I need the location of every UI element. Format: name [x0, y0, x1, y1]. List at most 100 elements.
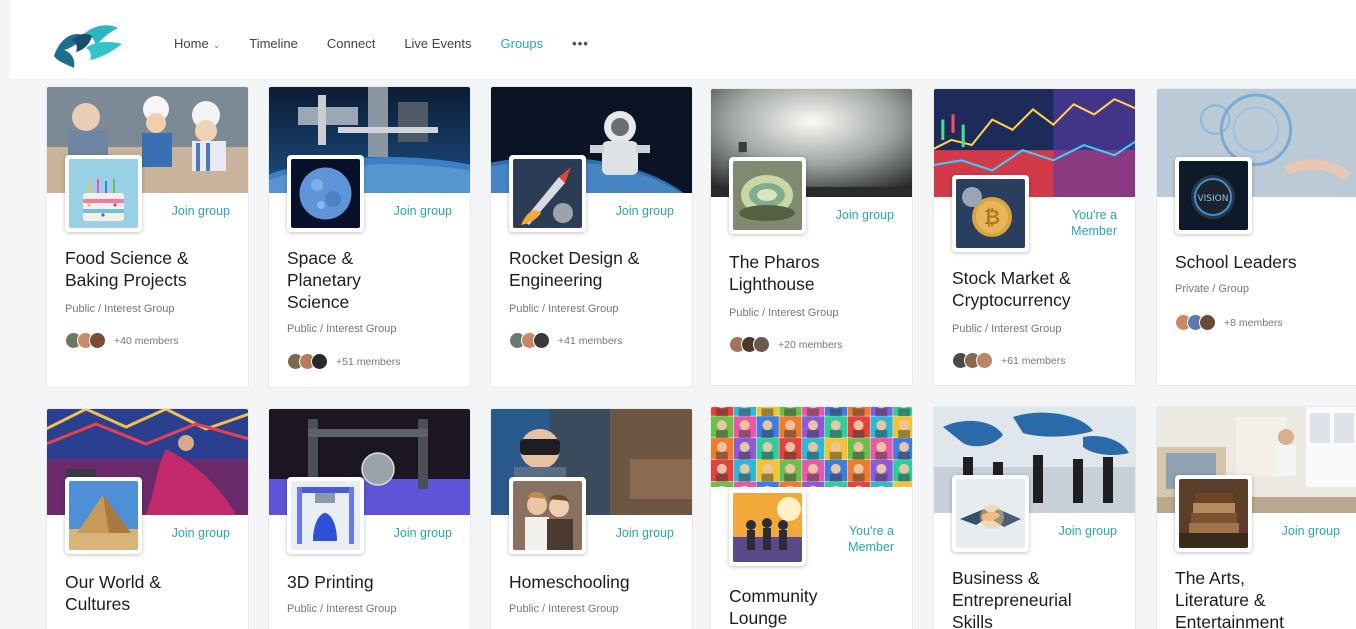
- group-card[interactable]: Join group 3D Printing Public / Interest G…: [268, 408, 471, 629]
- group-title-line: Skills: [952, 612, 993, 629]
- member-count: +8 members: [1224, 316, 1283, 329]
- member-avatar: [311, 353, 328, 370]
- group-privacy-type: Public / Interest Group: [287, 603, 397, 615]
- member-status-line: Member: [1071, 224, 1117, 238]
- group-title-line: The Arts,: [1175, 568, 1246, 588]
- member-count: +51 members: [336, 355, 401, 368]
- group-card[interactable]: Join group The Arts, Literature & Entertain…: [1156, 406, 1356, 629]
- group-privacy-type: Private / Group: [1175, 283, 1249, 295]
- group-members[interactable]: +61 members: [952, 352, 1066, 369]
- group-avatar[interactable]: [65, 477, 142, 554]
- group-card[interactable]: Join group Space & Planetary Science Public …: [268, 86, 471, 388]
- group-avatar[interactable]: [1175, 475, 1252, 552]
- group-privacy-type: Public / Interest Group: [509, 303, 619, 315]
- join-group-button[interactable]: Join group: [1059, 523, 1117, 539]
- group-members[interactable]: +41 members: [509, 332, 623, 349]
- group-avatar[interactable]: [729, 489, 806, 566]
- member-status-line: Member: [848, 540, 894, 554]
- group-card[interactable]: VISION School Leaders Private / Group +8 me…: [1156, 88, 1356, 386]
- group-title-line: Entrepreneurial: [952, 590, 1072, 610]
- group-title-line: 3D Printing: [287, 572, 374, 592]
- group-title-line: Baking Projects: [65, 270, 187, 290]
- group-title[interactable]: Homeschooling: [509, 571, 679, 593]
- member-avatars: [65, 332, 106, 349]
- group-card[interactable]: You're a Member Community Lounge: [710, 406, 913, 629]
- group-card[interactable]: Join group The Pharos Lighthouse Public / I…: [710, 88, 913, 386]
- group-card[interactable]: Join group Our World & Cultures: [46, 408, 249, 629]
- bitcoin-icon: ₿: [956, 179, 1025, 248]
- group-card[interactable]: Join group Business & Entrepreneurial Skill…: [933, 406, 1136, 629]
- join-group-button[interactable]: Join group: [394, 525, 452, 541]
- group-title-line: Cultures: [65, 594, 131, 614]
- join-group-button[interactable]: Join group: [616, 525, 674, 541]
- group-title[interactable]: Community Lounge: [729, 585, 899, 629]
- group-title-line: Science: [287, 292, 350, 312]
- group-members[interactable]: +40 members: [65, 332, 179, 349]
- join-group-button[interactable]: Join group: [1282, 523, 1340, 539]
- rocket-launch-icon: [513, 159, 582, 228]
- handshake-icon: [956, 479, 1025, 548]
- group-title-line: Community: [729, 586, 818, 606]
- children-icon: [513, 481, 582, 550]
- member-status-label: You're a Member: [1071, 207, 1117, 239]
- group-members[interactable]: +51 members: [287, 353, 401, 370]
- join-group-button[interactable]: Join group: [616, 203, 674, 219]
- join-group-button[interactable]: Join group: [172, 525, 230, 541]
- group-card[interactable]: Join group Rocket Design & Engineering Publ…: [490, 86, 693, 388]
- group-title[interactable]: Stock Market & Cryptocurrency: [952, 267, 1122, 311]
- group-card[interactable]: ₿ You're a Member Stock Market & Cryptocurre…: [933, 88, 1136, 386]
- nav-live-events[interactable]: Live Events: [404, 36, 471, 51]
- svg-text:VISION: VISION: [1198, 194, 1229, 204]
- glass-sculpture-icon: [733, 161, 802, 230]
- group-members[interactable]: +8 members: [1175, 314, 1283, 331]
- join-group-button[interactable]: Join group: [836, 207, 894, 223]
- group-card[interactable]: Join group Homeschooling Public / Interest…: [490, 408, 693, 629]
- nav-timeline[interactable]: Timeline: [249, 36, 298, 51]
- 3d-printer-icon: [291, 481, 360, 550]
- pyramid-icon: [69, 481, 138, 550]
- group-members[interactable]: +20 members: [729, 336, 843, 353]
- group-cover-image: [711, 407, 912, 487]
- group-title[interactable]: The Pharos Lighthouse: [729, 251, 899, 295]
- brand-logo[interactable]: [50, 18, 126, 70]
- group-avatar[interactable]: [65, 155, 142, 232]
- member-count: +41 members: [558, 334, 623, 347]
- member-avatars: [1175, 314, 1216, 331]
- group-title[interactable]: Business & Entrepreneurial Skills: [952, 567, 1122, 629]
- nav-home[interactable]: Home ⌄: [174, 36, 220, 51]
- group-avatar[interactable]: [287, 155, 364, 232]
- group-avatar[interactable]: [952, 475, 1029, 552]
- more-menu-icon[interactable]: •••: [572, 36, 589, 51]
- group-title[interactable]: Space & Planetary Science: [287, 247, 457, 313]
- group-title[interactable]: School Leaders: [1175, 251, 1345, 273]
- group-title-line: Homeschooling: [509, 572, 630, 592]
- group-privacy-type: Public / Interest Group: [509, 603, 619, 615]
- member-avatar: [1199, 314, 1216, 331]
- join-group-button[interactable]: Join group: [172, 203, 230, 219]
- group-avatar[interactable]: [509, 155, 586, 232]
- join-group-button[interactable]: Join group: [394, 203, 452, 219]
- group-avatar[interactable]: VISION: [1175, 157, 1252, 234]
- group-title-line: School Leaders: [1175, 252, 1297, 272]
- group-title[interactable]: The Arts, Literature & Entertainment: [1175, 567, 1345, 629]
- member-avatars: [509, 332, 550, 349]
- group-title[interactable]: Our World & Cultures: [65, 571, 235, 615]
- group-title[interactable]: Food Science & Baking Projects: [65, 247, 235, 291]
- group-card[interactable]: Join group Food Science & Baking Projects P…: [46, 86, 249, 388]
- nav-connect[interactable]: Connect: [327, 36, 375, 51]
- group-privacy-type: Public / Interest Group: [952, 323, 1062, 335]
- group-title[interactable]: 3D Printing: [287, 571, 457, 593]
- books-icon: [1179, 479, 1248, 548]
- chevron-down-icon: ⌄: [212, 40, 221, 50]
- group-avatar[interactable]: [729, 157, 806, 234]
- group-title[interactable]: Rocket Design & Engineering: [509, 247, 679, 291]
- group-title-line: Entertainment: [1175, 612, 1284, 629]
- group-title-line: Cryptocurrency: [952, 290, 1071, 310]
- group-avatar[interactable]: ₿: [952, 175, 1029, 252]
- nav-groups[interactable]: Groups: [501, 36, 544, 51]
- group-avatar[interactable]: [509, 477, 586, 554]
- group-avatar[interactable]: [287, 477, 364, 554]
- member-avatars: [952, 352, 993, 369]
- nav-timeline-label: Timeline: [249, 36, 298, 51]
- group-title-line: Stock Market &: [952, 268, 1071, 288]
